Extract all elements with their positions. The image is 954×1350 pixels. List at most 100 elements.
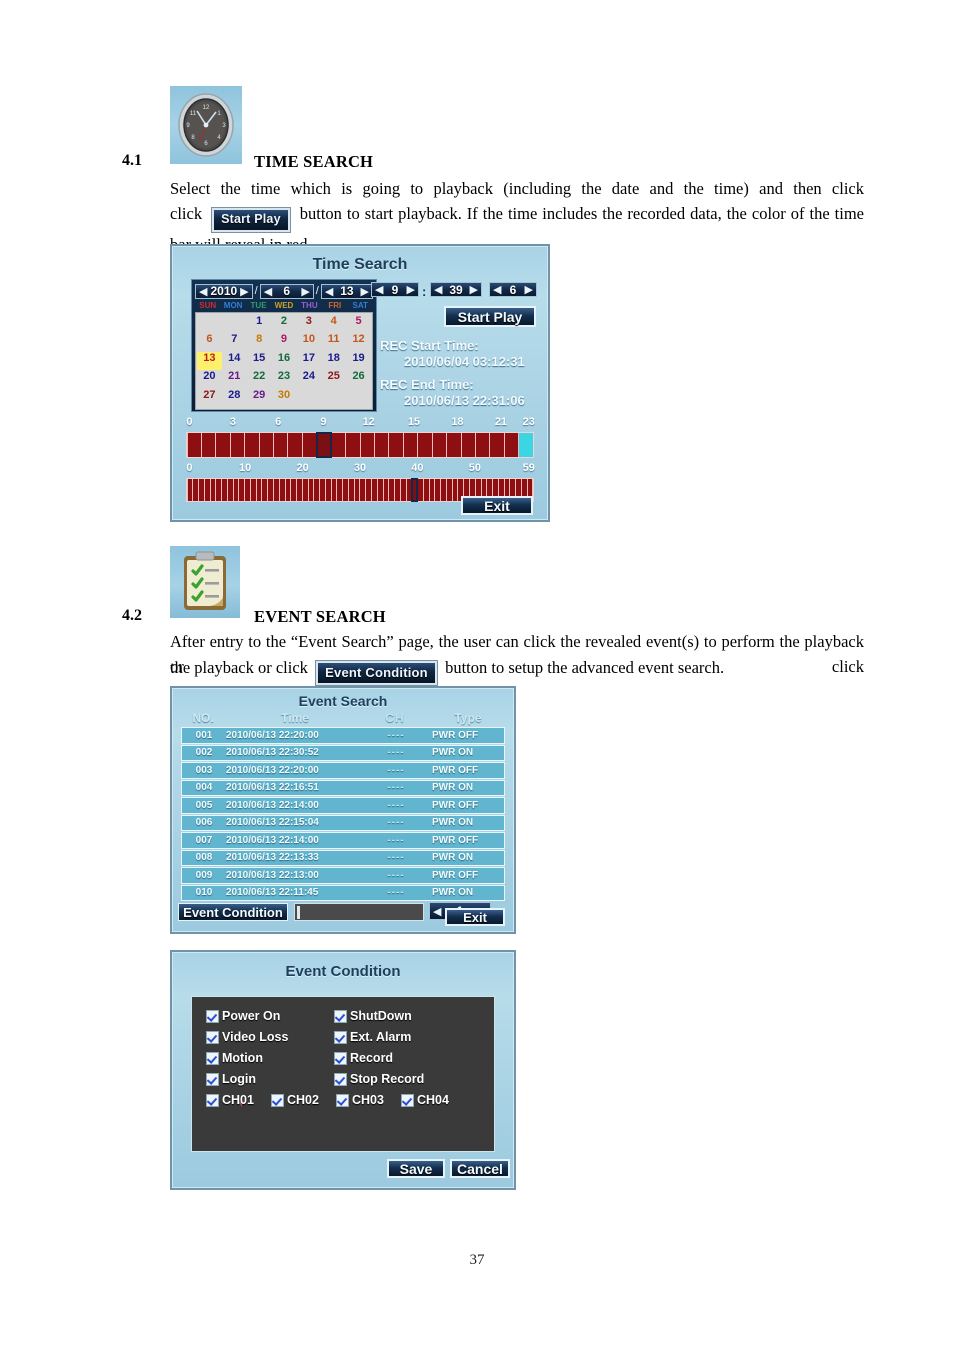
year-next-icon[interactable]: ▶ — [237, 286, 251, 297]
minute-segment-25[interactable] — [331, 479, 337, 501]
event-table-body[interactable]: 001 2010/06/13 22:20:00 ---- PWR OFF 002 2010… — [181, 727, 505, 902]
event-scrollbar[interactable] — [294, 903, 424, 921]
checkbox-checked-icon[interactable] — [206, 1009, 219, 1023]
calendar-day-6[interactable]: 6 — [197, 333, 222, 351]
minute-segment-37[interactable] — [400, 479, 406, 501]
calendar-day-27[interactable]: 27 — [197, 389, 222, 407]
minute-segment-9[interactable] — [239, 479, 245, 501]
hour-segment-9[interactable] — [316, 432, 332, 458]
table-row[interactable]: 010 2010/06/13 22:11:45 ---- PWR ON — [181, 884, 505, 901]
day-next-icon[interactable]: ▶ — [358, 286, 372, 297]
calendar-day-10[interactable]: 10 — [296, 333, 321, 351]
calendar-day-18[interactable]: 18 — [321, 352, 346, 370]
hour-segment-13[interactable] — [374, 433, 389, 457]
table-row[interactable]: 003 2010/06/13 22:20:00 ---- PWR OFF — [181, 762, 505, 779]
calendar-day-grid[interactable]: 1 2 3 4 5 6 7 8 9 10 11 12 13 14 15 16 17 18 19 20 21 22 23 24 2… — [195, 312, 373, 410]
checkbox-video-loss[interactable]: Video Loss — [206, 1030, 288, 1044]
minute-segment-43[interactable] — [435, 479, 441, 501]
minute-segment-3[interactable] — [204, 479, 210, 501]
calendar-day-23[interactable]: 23 — [272, 370, 297, 388]
hour-segment-4[interactable] — [245, 433, 259, 457]
checkbox-ext-alarm[interactable]: Ext. Alarm — [334, 1030, 411, 1044]
table-row[interactable]: 001 2010/06/13 22:20:00 ---- PWR OFF — [181, 727, 505, 744]
calendar-day-15[interactable]: 15 — [247, 352, 272, 370]
minute-segment-24[interactable] — [325, 479, 331, 501]
hour-segment-8[interactable] — [302, 433, 317, 457]
calendar-day-22[interactable]: 22 — [247, 370, 272, 388]
minute-segment-5[interactable] — [216, 479, 222, 501]
minute-spinner[interactable]: ◀ 39 ▶ — [430, 282, 482, 297]
minute-segment-44[interactable] — [441, 479, 446, 501]
calendar-day-14[interactable]: 14 — [222, 352, 247, 370]
month-spinner[interactable]: ◀ 6 ▶ — [259, 283, 314, 299]
minute-segment-22[interactable] — [314, 479, 320, 501]
hour-spinner[interactable]: ◀ 9 ▶ — [371, 282, 419, 297]
minute-segment-45[interactable] — [446, 479, 452, 501]
start-play-button[interactable]: Start Play — [444, 306, 536, 327]
calendar-day-20[interactable]: 20 — [197, 370, 222, 388]
calendar-day-17[interactable]: 17 — [296, 352, 321, 370]
checkbox-checked-icon[interactable] — [334, 1051, 347, 1065]
hour-segment-20[interactable] — [475, 433, 490, 457]
hour-segment-5[interactable] — [259, 433, 274, 457]
page-prev-icon[interactable]: ◀ — [430, 906, 444, 917]
calendar-day-5[interactable]: 5 — [346, 315, 371, 333]
checkbox-record[interactable]: Record — [334, 1051, 393, 1065]
minute-segment-31[interactable] — [366, 479, 371, 501]
event-search-exit-button[interactable]: Exit — [445, 908, 505, 926]
minute-segment-33[interactable] — [377, 479, 383, 501]
checkbox-checked-icon[interactable] — [206, 1093, 219, 1107]
hour-segment-3[interactable] — [230, 433, 245, 457]
minute-segment-2[interactable] — [199, 479, 204, 501]
second-spinner[interactable]: ◀ 6 ▶ — [489, 282, 537, 297]
minute-segment-46[interactable] — [452, 479, 458, 501]
hour-segment-16[interactable] — [418, 433, 432, 457]
minute-segment-16[interactable] — [279, 479, 285, 501]
calendar-day-7[interactable]: 7 — [222, 333, 247, 351]
calendar-day-26[interactable]: 26 — [346, 370, 371, 388]
minute-next-icon[interactable]: ▶ — [467, 284, 481, 295]
minute-segment-35[interactable] — [389, 479, 395, 501]
month-prev-icon[interactable]: ◀ — [261, 286, 275, 297]
calendar-day-4[interactable]: 4 — [321, 315, 346, 333]
hour-segment-23[interactable] — [519, 433, 533, 457]
minute-prev-icon[interactable]: ◀ — [431, 284, 445, 295]
event-scrollbar-thumb[interactable] — [297, 906, 300, 919]
table-row[interactable]: 004 2010/06/13 22:16:51 ---- PWR ON — [181, 779, 505, 796]
minute-segment-38[interactable] — [406, 479, 412, 501]
calendar-day-3[interactable]: 3 — [296, 315, 321, 333]
minute-segment-20[interactable] — [302, 479, 308, 501]
hour-segment-18[interactable] — [447, 433, 461, 457]
checkbox-stop-record[interactable]: Stop Record — [334, 1072, 424, 1086]
minute-segment-11[interactable] — [250, 479, 256, 501]
inline-start-play-button[interactable]: Start Play — [211, 207, 291, 233]
cancel-button[interactable]: Cancel — [450, 1159, 510, 1178]
hour-bar[interactable] — [186, 432, 534, 458]
checkbox-checked-icon[interactable] — [336, 1093, 349, 1107]
hour-segment-11[interactable] — [346, 433, 360, 457]
calendar-day-21[interactable]: 21 — [222, 370, 247, 388]
calendar-day-29[interactable]: 29 — [247, 389, 272, 407]
hour-segment-6[interactable] — [274, 433, 288, 457]
checkbox-ch01[interactable]: CH01 — [206, 1093, 254, 1107]
hour-prev-icon[interactable]: ◀ — [372, 284, 386, 295]
minute-segment-4[interactable] — [210, 479, 216, 501]
table-row[interactable]: 006 2010/06/13 22:15:04 ---- PWR ON — [181, 814, 505, 831]
checkbox-checked-icon[interactable] — [334, 1072, 347, 1086]
table-row[interactable]: 008 2010/06/13 22:13:33 ---- PWR ON — [181, 849, 505, 866]
year-spinner[interactable]: ◀ 2010 ▶ — [195, 283, 253, 299]
day-prev-icon[interactable]: ◀ — [322, 286, 336, 297]
day-spinner[interactable]: ◀ 13 ▶ — [320, 283, 373, 299]
calendar-day-1[interactable]: 1 — [247, 315, 272, 333]
minute-segment-39[interactable] — [411, 478, 419, 502]
checkbox-checked-icon[interactable] — [206, 1072, 219, 1086]
checkbox-checked-icon[interactable] — [271, 1093, 284, 1107]
minute-segment-28[interactable] — [348, 479, 354, 501]
minute-segment-8[interactable] — [233, 479, 239, 501]
checkbox-checked-icon[interactable] — [206, 1030, 219, 1044]
time-search-exit-button[interactable]: Exit — [461, 496, 533, 515]
checkbox-power-on[interactable]: Power On — [206, 1009, 280, 1023]
table-row[interactable]: 009 2010/06/13 22:13:00 ---- PWR OFF — [181, 867, 505, 884]
minute-segment-17[interactable] — [285, 479, 291, 501]
checkbox-motion[interactable]: Motion — [206, 1051, 263, 1065]
